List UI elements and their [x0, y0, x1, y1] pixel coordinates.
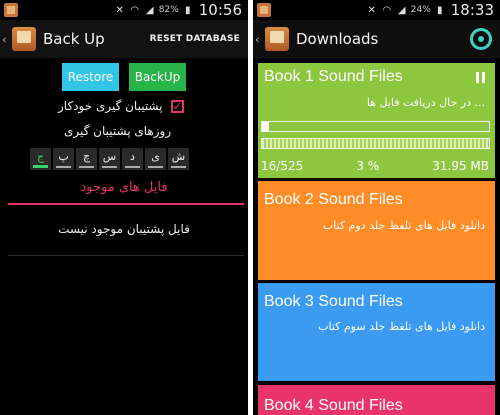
overall-progress-bar — [261, 138, 490, 149]
app-icon — [4, 3, 18, 17]
download-card-book-4[interactable]: Book 4 Sound Files — [258, 385, 495, 415]
app-logo-icon[interactable] — [12, 27, 36, 51]
card-subtitle: دانلود فایل های تلفظ جلد دوم کتاب — [322, 219, 485, 232]
card-subtitle: در حال دریافت فایل ها ... — [366, 96, 485, 109]
status-icons: ✕ ◠ ◢ 24% ▮ 18:33 — [366, 0, 494, 20]
day-toggle-shanbe[interactable]: ش — [168, 148, 189, 170]
download-card-book-2[interactable]: Book 2 Sound Files دانلود فایل های تلفظ … — [258, 181, 495, 280]
day-toggle-seshanbe[interactable]: س — [99, 148, 120, 170]
download-stats: 16/525 3 % 31.95 MB — [261, 159, 489, 175]
auto-backup-label: پشتیبان گیری خودکار — [58, 99, 163, 113]
downloads-screen: ✕ ◠ ◢ 24% ▮ 18:33 ‹ Downloads Book 1 Sou… — [253, 0, 500, 415]
files-section-title: فایل های موجود — [80, 180, 168, 195]
pause-icon[interactable] — [476, 72, 485, 83]
app-logo-icon[interactable] — [265, 27, 289, 51]
card-title: Book 1 Sound Files — [264, 68, 403, 85]
status-bar: ✕ ◠ ◢ 82% ▮ 10:56 — [0, 0, 248, 20]
file-progress-bar — [261, 121, 490, 132]
signal-icon: ◢ — [145, 4, 154, 16]
empty-message: فایل پشتیبان موجود نیست — [58, 222, 190, 236]
day-selector: ج پ چ س د ی ش — [30, 148, 189, 170]
backup-days-label: روزهای پشتیبان گیری — [64, 124, 172, 138]
auto-backup-checkbox[interactable]: ✓ — [171, 100, 184, 113]
page-title: Downloads — [296, 30, 379, 48]
day-toggle-doshanbe[interactable]: د — [122, 148, 143, 170]
progress-fill — [262, 122, 269, 131]
settings-gear-icon[interactable] — [470, 28, 492, 50]
status-time: 10:56 — [198, 1, 242, 19]
percent-label: 3 % — [356, 159, 380, 173]
action-bar: ‹ Downloads — [253, 20, 500, 58]
card-title: Book 4 Sound Files — [264, 397, 403, 414]
status-time: 18:33 — [450, 1, 494, 19]
card-subtitle: دانلود فایل های تلفظ جلد سوم کتاب — [318, 320, 485, 333]
back-chevron-icon[interactable]: ‹ — [2, 33, 10, 46]
battery-icon: ▮ — [437, 4, 443, 16]
battery-icon: ▮ — [185, 4, 191, 16]
backup-screen: ✕ ◠ ◢ 82% ▮ 10:56 ‹ Back Up RESET DATABA… — [0, 0, 248, 415]
reset-database-button[interactable]: RESET DATABASE — [150, 34, 240, 44]
section-divider — [8, 203, 244, 205]
mute-icon: ✕ — [367, 4, 376, 16]
restore-button[interactable]: Restore — [62, 63, 119, 91]
download-card-book-1[interactable]: Book 1 Sound Files در حال دریافت فایل ها… — [258, 63, 495, 178]
page-title: Back Up — [43, 30, 105, 48]
files-count: 16/525 — [261, 159, 304, 173]
download-card-book-3[interactable]: Book 3 Sound Files دانلود فایل های تلفظ … — [258, 283, 495, 381]
status-icons: ✕ ◠ ◢ 82% ▮ 10:56 — [114, 0, 242, 20]
mute-icon: ✕ — [115, 4, 124, 16]
wifi-icon: ◠ — [130, 4, 140, 16]
back-chevron-icon[interactable]: ‹ — [255, 33, 263, 46]
card-title: Book 2 Sound Files — [264, 191, 403, 208]
checkbox-checked-icon: ✓ — [172, 100, 183, 113]
list-divider — [8, 255, 244, 256]
wifi-icon: ◠ — [382, 4, 392, 16]
size-label: 31.95 MB — [432, 159, 489, 173]
day-toggle-chaharshanbe[interactable]: چ — [76, 148, 97, 170]
day-toggle-yekshanbe[interactable]: ی — [145, 148, 166, 170]
action-bar: ‹ Back Up RESET DATABASE — [0, 20, 248, 58]
status-bar: ✕ ◠ ◢ 24% ▮ 18:33 — [253, 0, 500, 20]
day-toggle-panjshanbe[interactable]: پ — [53, 148, 74, 170]
card-title: Book 3 Sound Files — [264, 293, 403, 310]
battery-percent: 24% — [410, 5, 431, 15]
app-icon — [257, 3, 271, 17]
backup-button[interactable]: BackUp — [129, 63, 186, 91]
signal-icon: ◢ — [397, 4, 406, 16]
day-toggle-jome[interactable]: ج — [30, 148, 51, 170]
battery-percent: 82% — [158, 5, 179, 15]
